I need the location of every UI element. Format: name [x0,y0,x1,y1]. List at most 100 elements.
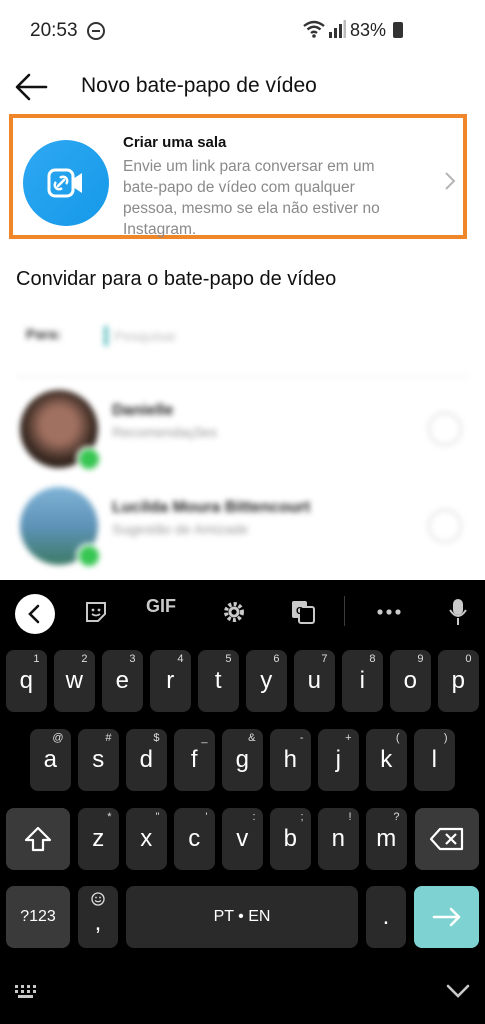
key-secondary-label: ' [205,811,208,823]
key-o[interactable]: o9 [390,650,431,712]
key-label: y [260,667,273,694]
contact-name: Lucilda Moura Bittencourt [112,499,311,516]
shift-icon [24,826,52,852]
create-room-button[interactable]: Criar uma sala Envie um link para conver… [9,114,467,239]
key-secondary-label: ! [348,811,352,823]
battery-percentage: 83% [350,20,387,40]
divider [16,376,468,377]
room-description: Envie um link para conversar em um bate-… [123,158,380,238]
key-s[interactable]: s # [78,729,119,791]
key-label: a [43,746,57,773]
key-q[interactable]: q1 [6,650,47,712]
room-avatar [23,140,109,226]
keyboard-icon[interactable] [14,984,40,1000]
key-secondary-label: # [105,732,112,744]
key-w[interactable]: w2 [54,650,95,712]
key-v[interactable]: v: [222,808,263,870]
key-i[interactable]: i8 [342,650,383,712]
contact-name: Danielle [112,402,174,419]
invite-section-title: Convidar para o bate-papo de vídeo [16,268,337,290]
backspace-icon [429,827,464,851]
keyboard-collapse-button[interactable] [15,594,55,634]
key-h[interactable]: h- [270,729,311,791]
key-f[interactable]: f _ [174,729,215,791]
back-button[interactable] [14,70,50,104]
shift-key[interactable] [6,808,70,870]
microphone-icon[interactable] [448,598,468,626]
key-l[interactable]: l) [414,729,455,791]
key-m[interactable]: m? [366,808,407,870]
key-secondary-label: 2 [81,653,88,665]
search-input[interactable]: Pesquisar [104,322,304,350]
key-label: c [188,825,201,852]
key-label: e [115,667,129,694]
symbols-key[interactable]: ?123 [6,886,70,948]
key-secondary-label: ) [443,732,448,744]
key-k[interactable]: k( [366,729,407,791]
key-a[interactable]: a @ [30,729,71,791]
chevron-down-icon[interactable] [446,984,470,998]
key-label: i [359,667,365,694]
key-u[interactable]: u7 [294,650,335,712]
signal-icon [329,20,346,38]
search-placeholder: Pesquisar [114,328,177,344]
key-c[interactable]: c ' [174,808,215,870]
arrow-right-icon [432,907,460,927]
battery-icon [393,22,403,38]
svg-text:G: G [296,606,304,617]
key-label: z [92,825,105,852]
key-label: l [431,746,437,773]
contact-row[interactable]: Danielle Recomendações [0,390,485,480]
key-t[interactable]: t5 [198,650,239,712]
key-label: o [403,667,417,694]
comma-key[interactable]: , [78,886,118,948]
gif-button[interactable]: GIF [146,596,176,617]
key-j[interactable]: j + [318,729,359,791]
key-secondary-label: ? [393,811,400,823]
emoji-icon [91,892,105,906]
key-label: p [451,667,465,694]
key-secondary-label: _ [201,732,208,744]
key-secondary-label: 4 [177,653,184,665]
key-secondary-label: 5 [225,653,232,665]
sticker-icon[interactable] [84,600,108,624]
key-secondary-label: ( [395,732,400,744]
key-x[interactable]: x " [126,808,167,870]
more-icon[interactable] [376,608,402,616]
key-n[interactable]: n! [318,808,359,870]
contact-row[interactable]: Lucilda Moura Bittencourt Sugestão de Am… [0,487,485,577]
key-g[interactable]: g & [222,729,263,791]
select-radio[interactable] [428,412,462,446]
key-e[interactable]: e3 [102,650,143,712]
key-secondary-label: 1 [33,653,40,665]
key-label: x [140,825,153,852]
contact-subtitle: Recomendações [112,424,218,440]
do-not-disturb-icon [87,22,105,40]
key-label: d [139,746,153,773]
key-secondary-label: : [252,811,256,823]
key-z[interactable]: z * [78,808,119,870]
wifi-icon [303,20,325,38]
to-label: Para: [26,326,62,342]
video-link-icon [47,168,82,198]
key-r[interactable]: r4 [150,650,191,712]
select-radio[interactable] [428,509,462,543]
key-label: k [380,746,393,773]
online-indicator [76,446,102,472]
period-key[interactable]: . [366,886,406,948]
key-p[interactable]: p0 [438,650,479,712]
key-label: s [92,746,105,773]
backspace-key[interactable] [415,808,479,870]
space-bar[interactable]: PT • EN [126,886,358,948]
gear-icon[interactable] [221,599,247,625]
enter-key[interactable] [414,886,479,948]
key-b[interactable]: b; [270,808,311,870]
key-secondary-label: 7 [321,653,328,665]
key-d[interactable]: d $ [126,729,167,791]
key-secondary-label: * [107,811,112,823]
key-secondary-label: 0 [465,653,472,665]
key-y[interactable]: y6 [246,650,287,712]
key-label: h [283,746,297,773]
key-secondary-label: 9 [417,653,424,665]
translate-icon[interactable]: G [290,599,316,625]
